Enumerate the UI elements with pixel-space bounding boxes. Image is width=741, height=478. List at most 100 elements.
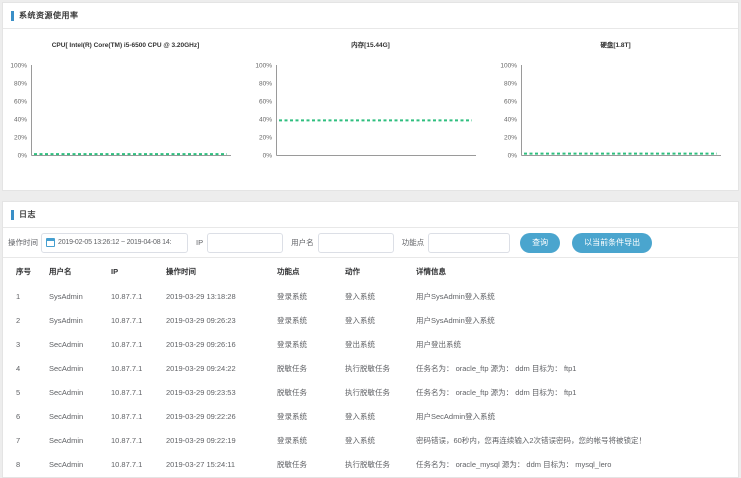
disk-usage-chart: 硬盘[1.8T]100%80%60%40%20%0% bbox=[493, 39, 738, 164]
column-header: 用户名 bbox=[49, 258, 111, 284]
y-axis-tick-label: 80% bbox=[14, 81, 27, 88]
chart-title: CPU[ Intel(R) Core(TM) i5-6500 CPU @ 3.2… bbox=[3, 39, 248, 53]
y-axis-tick-label: 20% bbox=[259, 135, 272, 142]
table-cell: SecAdmin bbox=[49, 380, 111, 404]
y-axis-tick-label: 20% bbox=[504, 135, 517, 142]
table-cell: SecAdmin bbox=[49, 356, 111, 380]
table-cell: 登入系统 bbox=[345, 308, 416, 332]
log-section-title: 日志 bbox=[19, 209, 36, 220]
table-row: 4SecAdmin10.87.7.12019-03-29 09:24:22脱敏任… bbox=[3, 356, 738, 380]
time-range-label: 操作时间 bbox=[8, 237, 38, 248]
chart-title: 内存[15.44G] bbox=[248, 39, 493, 53]
table-cell: 用户登出系统 bbox=[416, 332, 738, 356]
table-cell: 10.87.7.1 bbox=[111, 428, 166, 452]
table-cell: 5 bbox=[3, 380, 49, 404]
table-cell: 3 bbox=[3, 332, 49, 356]
table-cell: 执行脱敏任务 bbox=[345, 356, 416, 380]
table-cell: 登入系统 bbox=[345, 404, 416, 428]
table-cell: 2019-03-29 09:26:16 bbox=[166, 332, 277, 356]
y-axis-tick-label: 100% bbox=[10, 63, 27, 70]
column-header: 功能点 bbox=[277, 258, 345, 284]
dashboard-page: 系统资源使用率 CPU[ Intel(R) Core(TM) i5-6500 C… bbox=[0, 0, 741, 478]
table-cell: 脱敏任务 bbox=[277, 356, 345, 380]
table-cell: 10.87.7.1 bbox=[111, 452, 166, 476]
table-cell: 10.87.7.1 bbox=[111, 284, 166, 308]
y-axis-tick-label: 0% bbox=[18, 153, 28, 160]
ip-label: IP bbox=[196, 238, 203, 247]
y-axis-tick-label: 40% bbox=[14, 117, 27, 124]
table-cell: 7 bbox=[3, 428, 49, 452]
table-cell: 10.87.7.1 bbox=[111, 308, 166, 332]
table-cell: 1 bbox=[3, 284, 49, 308]
table-cell: 登录系统 bbox=[277, 404, 345, 428]
table-row: 6SecAdmin10.87.7.12019-03-29 09:22:26登录系… bbox=[3, 404, 738, 428]
table-row: 7SecAdmin10.87.7.12019-03-29 09:22:19登录系… bbox=[3, 428, 738, 452]
time-range-value: 2019-02-05 13:26:12 ~ 2019-04-08 14: bbox=[58, 239, 171, 246]
feature-label: 功能点 bbox=[402, 237, 425, 248]
table-cell: 登入系统 bbox=[345, 428, 416, 452]
username-input[interactable] bbox=[318, 233, 394, 253]
table-cell: 2019-03-29 09:23:53 bbox=[166, 380, 277, 404]
table-cell: 登入系统 bbox=[345, 284, 416, 308]
column-header: IP bbox=[111, 258, 166, 284]
table-cell: 用户SysAdmin登入系统 bbox=[416, 308, 738, 332]
table-cell: 登出系统 bbox=[345, 332, 416, 356]
table-cell: 10.87.7.1 bbox=[111, 332, 166, 356]
log-table: 序号用户名IP操作时间功能点动作详情信息 1SysAdmin10.87.7.12… bbox=[3, 258, 738, 476]
y-axis-tick-label: 60% bbox=[14, 99, 27, 106]
table-cell: 脱敏任务 bbox=[277, 380, 345, 404]
chart-title: 硬盘[1.8T] bbox=[493, 39, 738, 53]
table-cell: 登录系统 bbox=[277, 332, 345, 356]
table-cell: 执行脱敏任务 bbox=[345, 380, 416, 404]
table-row: 5SecAdmin10.87.7.12019-03-29 09:23:53脱敏任… bbox=[3, 380, 738, 404]
table-row: 8SecAdmin10.87.7.12019-03-27 15:24:11脱敏任… bbox=[3, 452, 738, 476]
table-cell: 8 bbox=[3, 452, 49, 476]
section-accent-bar bbox=[11, 210, 14, 220]
section-accent-bar bbox=[11, 11, 14, 21]
table-cell: 10.87.7.1 bbox=[111, 404, 166, 428]
resource-section-title: 系统资源使用率 bbox=[19, 10, 79, 21]
column-header: 动作 bbox=[345, 258, 416, 284]
table-cell: 2019-03-29 09:22:19 bbox=[166, 428, 277, 452]
username-label: 用户名 bbox=[291, 237, 314, 248]
memory-usage-chart: 内存[15.44G]100%80%60%40%20%0% bbox=[248, 39, 493, 164]
table-cell: 任务名为： oracle_ftp 源为： ddm 目标为： ftp1 bbox=[416, 356, 738, 380]
table-cell: 任务名为： oracle_ftp 源为： ddm 目标为： ftp1 bbox=[416, 380, 738, 404]
y-axis-tick-label: 60% bbox=[504, 99, 517, 106]
cpu-usage-chart: CPU[ Intel(R) Core(TM) i5-6500 CPU @ 3.2… bbox=[3, 39, 248, 164]
column-header: 详情信息 bbox=[416, 258, 738, 284]
y-axis-tick-label: 40% bbox=[259, 117, 272, 124]
disk-usage-plot: 100%80%60%40%20%0% bbox=[493, 56, 738, 164]
y-axis-tick-label: 60% bbox=[259, 99, 272, 106]
table-cell: 2019-03-29 09:26:23 bbox=[166, 308, 277, 332]
resource-charts-row: CPU[ Intel(R) Core(TM) i5-6500 CPU @ 3.2… bbox=[3, 29, 738, 164]
log-section-header: 日志 bbox=[3, 202, 738, 228]
resource-section-header: 系统资源使用率 bbox=[3, 3, 738, 29]
y-axis-tick-label: 40% bbox=[504, 117, 517, 124]
resource-usage-panel: 系统资源使用率 CPU[ Intel(R) Core(TM) i5-6500 C… bbox=[2, 2, 739, 191]
table-cell: 10.87.7.1 bbox=[111, 356, 166, 380]
table-cell: 4 bbox=[3, 356, 49, 380]
table-cell: 2019-03-27 15:24:11 bbox=[166, 452, 277, 476]
ip-input[interactable] bbox=[207, 233, 283, 253]
table-cell: 2019-03-29 13:18:28 bbox=[166, 284, 277, 308]
feature-input[interactable] bbox=[428, 233, 510, 253]
table-cell: 登录系统 bbox=[277, 308, 345, 332]
query-button[interactable]: 查询 bbox=[520, 233, 560, 253]
export-by-condition-button[interactable]: 以当前条件导出 bbox=[572, 233, 652, 253]
y-axis-tick-label: 20% bbox=[14, 135, 27, 142]
time-range-input[interactable]: 2019-02-05 13:26:12 ~ 2019-04-08 14: bbox=[41, 233, 188, 253]
table-row: 1SysAdmin10.87.7.12019-03-29 13:18:28登录系… bbox=[3, 284, 738, 308]
table-cell: 10.87.7.1 bbox=[111, 380, 166, 404]
table-header-row: 序号用户名IP操作时间功能点动作详情信息 bbox=[3, 258, 738, 284]
table-cell: 2019-03-29 09:22:26 bbox=[166, 404, 277, 428]
table-cell: 登录系统 bbox=[277, 284, 345, 308]
table-cell: 2019-03-29 09:24:22 bbox=[166, 356, 277, 380]
table-cell: SysAdmin bbox=[49, 308, 111, 332]
y-axis-tick-label: 80% bbox=[504, 81, 517, 88]
table-cell: 用户SysAdmin登入系统 bbox=[416, 284, 738, 308]
y-axis-tick-label: 80% bbox=[259, 81, 272, 88]
log-filter-row: 操作时间 2019-02-05 13:26:12 ~ 2019-04-08 14… bbox=[3, 228, 738, 258]
table-cell: 用户SecAdmin登入系统 bbox=[416, 404, 738, 428]
y-axis-tick-label: 100% bbox=[500, 63, 517, 70]
